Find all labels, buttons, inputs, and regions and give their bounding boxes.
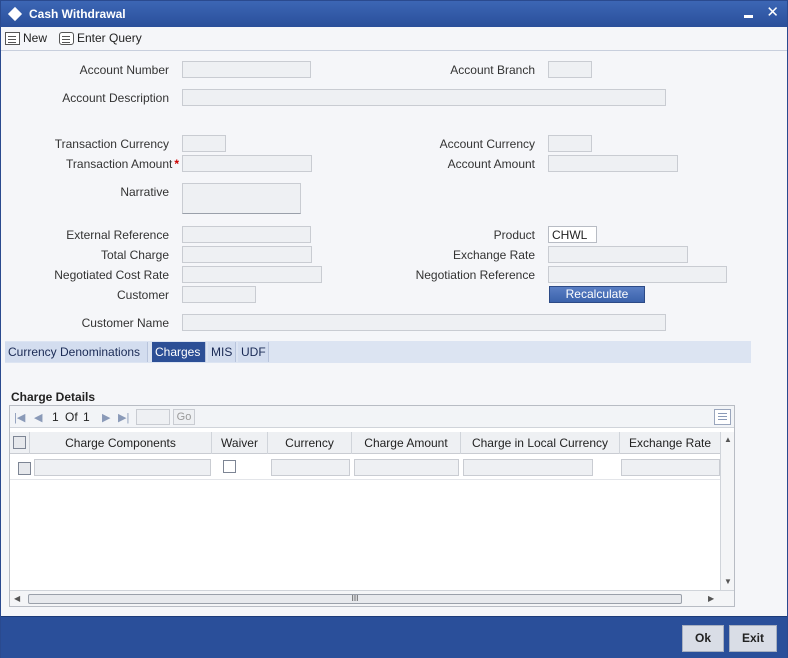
account-currency-label: Account Currency [439, 137, 535, 151]
close-icon[interactable]: ✕ [766, 3, 779, 21]
exit-button[interactable]: Exit [729, 625, 777, 652]
narrative-label: Narrative [120, 185, 169, 199]
exchange-rate-cell[interactable] [621, 459, 720, 476]
scroll-left-icon[interactable]: ◀ [14, 594, 20, 603]
negotiated-cost-rate-label: Negotiated Cost Rate [54, 268, 169, 282]
new-button[interactable]: New [5, 29, 47, 47]
account-number-label: Account Number [79, 63, 169, 77]
transaction-currency-field[interactable] [182, 135, 226, 152]
required-marker: * [174, 157, 179, 171]
grid-pager: |◀ ◀ 1 Of 1 ▶ ▶| Go [10, 406, 734, 428]
customer-field[interactable] [182, 286, 256, 303]
footer-bar: Ok Exit [1, 616, 787, 658]
scroll-up-icon[interactable]: ▲ [724, 435, 732, 444]
new-label: New [23, 31, 48, 45]
col-charge-amount: Charge Amount [352, 432, 461, 454]
tab-udf[interactable]: UDF [238, 342, 269, 362]
tab-strip: Currency Denominations Charges MIS UDF [5, 341, 751, 363]
go-button[interactable]: Go [173, 409, 195, 425]
toolbar-divider [1, 50, 787, 51]
row-select-checkbox[interactable] [18, 462, 31, 475]
transaction-amount-field[interactable] [182, 155, 312, 172]
product-label: Product [493, 228, 535, 242]
new-document-icon [5, 31, 20, 45]
recalculate-button[interactable]: Recalculate [549, 286, 645, 303]
minimize-icon[interactable] [742, 8, 756, 22]
tab-currency-denominations[interactable]: Currency Denominations [5, 342, 148, 362]
narrative-field[interactable] [182, 183, 301, 214]
transaction-amount-label: Transaction Amount * [66, 157, 179, 171]
account-description-label: Account Description [62, 91, 169, 105]
total-pages: 1 [83, 410, 90, 424]
customer-label: Customer [116, 288, 169, 302]
negotiation-reference-field[interactable] [548, 266, 727, 283]
account-number-field[interactable] [182, 61, 311, 78]
negotiation-reference-label: Negotiation Reference [415, 268, 535, 282]
enter-query-label: Enter Query [77, 31, 142, 45]
external-reference-label: External Reference [66, 228, 169, 242]
account-description-field[interactable] [182, 89, 666, 106]
transaction-currency-label: Transaction Currency [54, 137, 169, 151]
toolbar: New Enter Query [1, 28, 787, 48]
exchange-rate-label: Exchange Rate [452, 248, 535, 262]
next-page-icon[interactable]: ▶ [102, 411, 110, 424]
vertical-scrollbar[interactable]: ▲ ▼ [720, 432, 734, 590]
cash-withdrawal-window: Cash Withdrawal ✕ New Enter Query Accoun… [0, 0, 788, 658]
current-page: 1 [52, 410, 59, 424]
col-currency: Currency [268, 432, 352, 454]
horizontal-scrollbar[interactable]: ◀ III ▶ [10, 590, 734, 606]
tab-mis[interactable]: MIS [208, 342, 236, 362]
tab-charges[interactable]: Charges [152, 342, 206, 362]
page-number-input[interactable] [136, 409, 170, 425]
negotiated-cost-rate-field[interactable] [182, 266, 322, 283]
grid-menu-icon[interactable] [714, 409, 731, 425]
app-diamond-icon [7, 6, 23, 22]
charge-details-grid: |◀ ◀ 1 Of 1 ▶ ▶| Go Charge Components Wa… [9, 405, 735, 607]
product-field[interactable]: CHWL [548, 226, 597, 243]
last-page-icon[interactable]: ▶| [118, 411, 129, 424]
enter-query-button[interactable]: Enter Query [59, 29, 142, 47]
title-bar: Cash Withdrawal ✕ [1, 1, 787, 27]
customer-name-field[interactable] [182, 314, 666, 331]
account-amount-field[interactable] [548, 155, 678, 172]
account-amount-label: Account Amount [447, 157, 535, 171]
grid-header: Charge Components Waiver Currency Charge… [10, 432, 720, 454]
col-charge-components: Charge Components [30, 432, 212, 454]
customer-name-label: Customer Name [81, 316, 169, 330]
select-all-header [10, 432, 30, 454]
query-icon [59, 31, 74, 45]
previous-page-icon[interactable]: ◀ [34, 411, 42, 424]
charge-amount-cell[interactable] [354, 459, 459, 476]
charge-details-title: Charge Details [11, 390, 96, 404]
scroll-down-icon[interactable]: ▼ [724, 577, 732, 586]
external-reference-field[interactable] [182, 226, 311, 243]
charge-local-currency-cell[interactable] [463, 459, 593, 476]
table-row [10, 454, 720, 480]
total-charge-label: Total Charge [100, 248, 169, 262]
account-currency-field[interactable] [548, 135, 592, 152]
window-title: Cash Withdrawal [29, 7, 126, 21]
horizontal-scroll-thumb[interactable]: III [28, 594, 682, 604]
col-charge-local-currency: Charge in Local Currency [461, 432, 620, 454]
col-exchange-rate: Exchange Rate [628, 436, 712, 450]
page-of-label: Of [65, 410, 78, 424]
account-branch-label: Account Branch [450, 63, 535, 77]
first-page-icon[interactable]: |◀ [14, 411, 25, 424]
select-all-checkbox[interactable] [13, 436, 26, 449]
charge-component-cell[interactable] [34, 459, 211, 476]
scroll-right-icon[interactable]: ▶ [708, 594, 714, 603]
account-branch-field[interactable] [548, 61, 592, 78]
total-charge-field[interactable] [182, 246, 312, 263]
currency-cell[interactable] [271, 459, 350, 476]
ok-button[interactable]: Ok [682, 625, 724, 652]
col-waiver: Waiver [212, 432, 268, 454]
exchange-rate-field[interactable] [548, 246, 688, 263]
waiver-checkbox[interactable] [223, 460, 236, 473]
